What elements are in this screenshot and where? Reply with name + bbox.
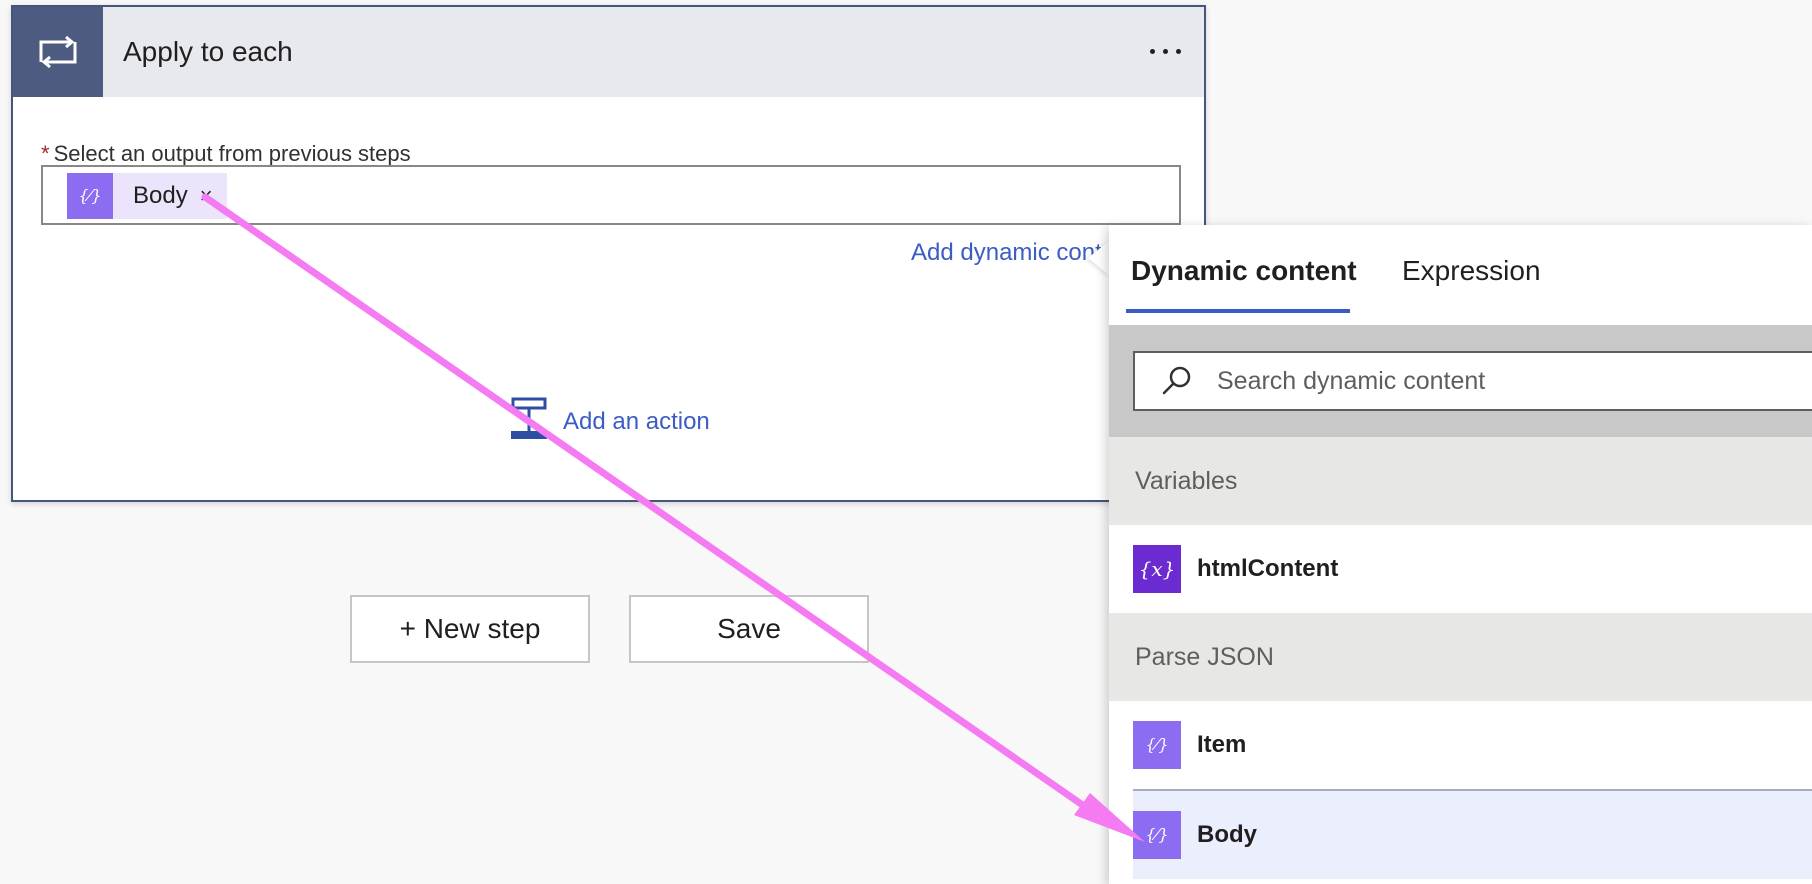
json-icon: {⁄} <box>67 173 113 219</box>
search-input[interactable] <box>1215 365 1779 397</box>
save-button[interactable]: Save <box>629 595 869 663</box>
body-token[interactable]: {⁄} Body × <box>67 173 227 219</box>
json-icon: {⁄} <box>1133 721 1181 769</box>
more-options-icon[interactable] <box>1140 31 1190 71</box>
add-action-label: Add an action <box>563 407 710 435</box>
svg-text:{⁄}: {⁄} <box>1145 735 1168 754</box>
list-item-htmlcontent[interactable]: {x} htmlContent <box>1109 525 1812 613</box>
token-label: Body <box>133 182 188 209</box>
required-mark: * <box>41 141 50 166</box>
apply-to-each-card: Apply to each * Select an output from pre… <box>11 5 1206 502</box>
list-item-item[interactable]: {⁄} Item <box>1109 701 1812 789</box>
item-label: htmlContent <box>1197 555 1339 582</box>
dynamic-content-panel: Dynamic content Expression Variables {x}… <box>1109 225 1812 884</box>
search-area <box>1109 325 1812 437</box>
json-icon: {⁄} <box>1133 811 1181 859</box>
add-an-action-button[interactable]: Add an action <box>509 397 710 446</box>
tab-dynamic-content[interactable]: Dynamic content <box>1131 255 1357 287</box>
variable-icon: {x} <box>1133 545 1181 593</box>
loop-icon <box>13 7 103 97</box>
section-header-variables: Variables <box>1109 437 1812 525</box>
item-label: Body <box>1197 821 1257 848</box>
svg-text:{⁄}: {⁄} <box>1145 825 1168 844</box>
active-tab-indicator <box>1126 309 1350 313</box>
search-box[interactable] <box>1133 351 1812 411</box>
card-title: Apply to each <box>123 36 293 67</box>
svg-text:{⁄}: {⁄} <box>78 186 101 205</box>
panel-pointer <box>1088 240 1110 276</box>
output-select-field[interactable]: {⁄} Body × <box>41 165 1181 225</box>
list-item-body[interactable]: {⁄} Body <box>1133 789 1812 879</box>
field-label: * Select an output from previous steps <box>41 141 411 167</box>
add-action-icon <box>509 397 549 446</box>
item-label: Item <box>1197 731 1247 758</box>
tab-expression[interactable]: Expression <box>1402 255 1541 287</box>
search-icon <box>1157 361 1197 401</box>
field-label-text: Select an output from previous steps <box>53 141 411 166</box>
new-step-button[interactable]: + New step <box>350 595 590 663</box>
svg-text:{x}: {x} <box>1139 557 1176 581</box>
remove-token-icon[interactable]: × <box>200 183 213 209</box>
panel-tabs: Dynamic content Expression <box>1109 225 1812 325</box>
section-header-parse-json: Parse JSON <box>1109 613 1812 701</box>
card-header[interactable]: Apply to each <box>13 7 1204 97</box>
